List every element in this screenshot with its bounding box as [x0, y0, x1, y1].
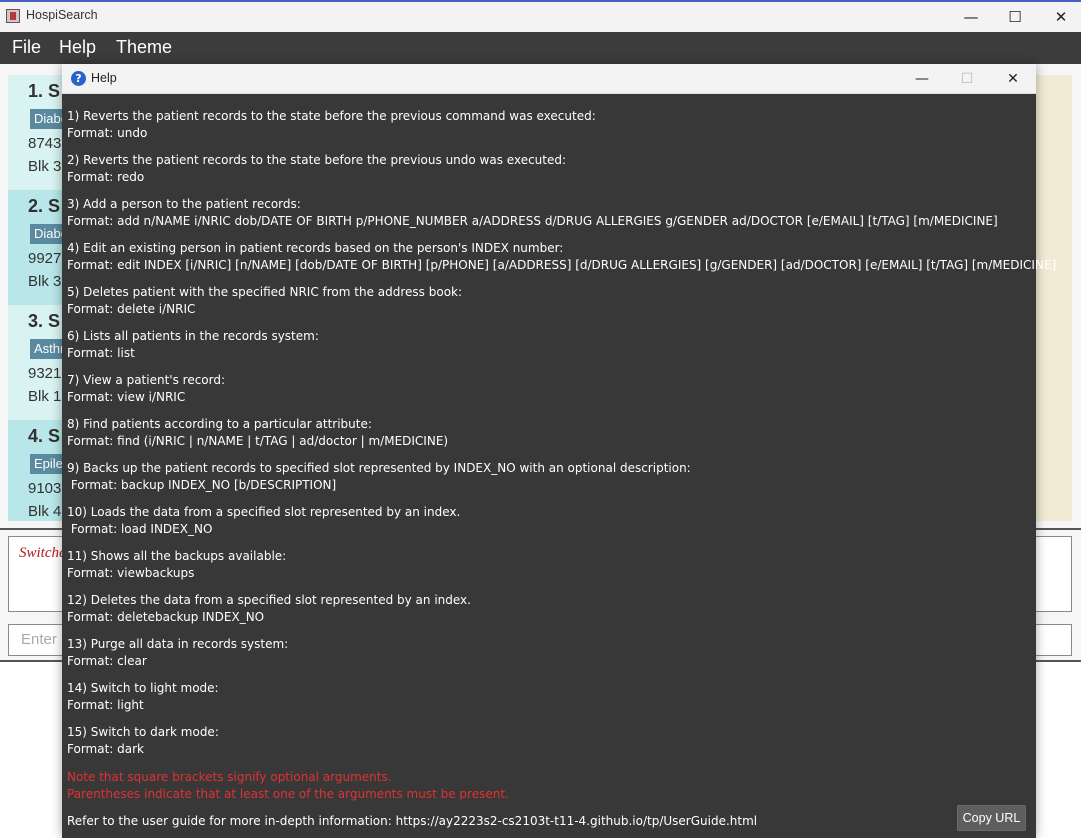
command-format: Format: edit INDEX [i/NRIC] [n/NAME] [do…: [67, 258, 1057, 272]
command-description: 10) Loads the data from a specified slot…: [67, 505, 461, 519]
command-help-view: 7) View a patient's record: Format: view…: [67, 372, 1027, 406]
command-format: Format: light: [67, 698, 144, 712]
menu-help[interactable]: Help: [59, 37, 96, 58]
help-content: 1) Reverts the patient records to the st…: [67, 108, 1057, 803]
command-help-backup: 9) Backs up the patient records to speci…: [67, 460, 1027, 494]
command-format: Format: delete i/NRIC: [67, 302, 196, 316]
command-placeholder: Enter: [21, 631, 57, 648]
command-help-load: 10) Loads the data from a specified slot…: [67, 504, 1027, 538]
window-title: HospiSearch: [26, 8, 98, 22]
command-format: Format: dark: [67, 742, 144, 756]
menu-theme[interactable]: Theme: [116, 37, 172, 58]
command-format: Format: viewbackups: [67, 566, 195, 580]
command-description: 5) Deletes patient with the specified NR…: [67, 285, 463, 299]
person-card[interactable]: 1. S Diabe 87438 Blk 30: [8, 75, 72, 190]
maximize-button: ☐: [960, 70, 974, 87]
maximize-button[interactable]: ☐: [992, 2, 1038, 32]
card-address: Blk 4: [28, 503, 62, 520]
command-format: Format: redo: [67, 170, 145, 184]
command-help-dark: 15) Switch to dark mode: Format: dark: [67, 724, 1027, 758]
command-description: 14) Switch to light mode:: [67, 681, 219, 695]
command-help-viewbackups: 11) Shows all the backups available: For…: [67, 548, 1027, 582]
command-description: 1) Reverts the patient records to the st…: [67, 109, 596, 123]
command-description: 6) Lists all patients in the records sys…: [67, 329, 319, 343]
command-help-list: 6) Lists all patients in the records sys…: [67, 328, 1027, 362]
command-help-redo: 2) Reverts the patient records to the st…: [67, 152, 1027, 186]
command-format: Format: backup INDEX_NO [b/DESCRIPTION]: [67, 478, 337, 492]
card-name: 1. S: [28, 81, 61, 101]
command-description: 8) Find patients according to a particul…: [67, 417, 372, 431]
command-help-add: 3) Add a person to the patient records: …: [67, 196, 1027, 230]
command-format: Format: list: [67, 346, 135, 360]
question-icon: ?: [71, 71, 86, 86]
command-description: 12) Deletes the data from a specified sl…: [67, 593, 471, 607]
command-format: Format: find (i/NRIC | n/NAME | t/TAG | …: [67, 434, 449, 448]
card-name: 3. S: [28, 311, 61, 331]
notes-section: Note that square brackets signify option…: [67, 769, 1027, 803]
command-description: 13) Purge all data in records system:: [67, 637, 289, 651]
command-help-light: 14) Switch to light mode: Format: light: [67, 680, 1027, 714]
command-description: 15) Switch to dark mode:: [67, 725, 219, 739]
command-description: 9) Backs up the patient records to speci…: [67, 461, 691, 475]
command-format: Format: add n/NAME i/NRIC dob/DATE OF BI…: [67, 214, 998, 228]
menu-bar: File Help Theme: [0, 32, 1081, 64]
note-optional-args: Note that square brackets signify option…: [67, 770, 392, 784]
command-help-clear: 13) Purge all data in records system: Fo…: [67, 636, 1027, 670]
main-title-bar: HospiSearch — ☐ ✕: [0, 0, 1081, 32]
help-window: ? Help — ☐ ✕ 1) Reverts the patient reco…: [62, 64, 1057, 838]
person-card[interactable]: 3. S Asthm 93210 Blk 1: [8, 305, 75, 420]
command-help-deletebackup: 12) Deletes the data from a specified sl…: [67, 592, 1027, 626]
result-text: Switche: [19, 545, 66, 561]
app-icon: [6, 9, 20, 23]
menu-file[interactable]: File: [12, 37, 41, 58]
command-description: 11) Shows all the backups available:: [67, 549, 287, 563]
command-format: Format: load INDEX_NO: [67, 522, 213, 536]
minimize-button[interactable]: —: [899, 64, 945, 93]
note-parentheses: Parentheses indicate that at least one o…: [67, 787, 509, 801]
command-description: 7) View a patient's record:: [67, 373, 226, 387]
card-address: Blk 1: [28, 388, 62, 405]
command-description: 4) Edit an existing person in patient re…: [67, 241, 564, 255]
minimize-button[interactable]: —: [948, 2, 994, 32]
command-format: Format: undo: [67, 126, 148, 140]
copy-url-button[interactable]: Copy URL: [957, 805, 1026, 831]
card-name: 2. S: [28, 196, 61, 216]
help-window-title: Help: [91, 71, 117, 85]
command-description: 3) Add a person to the patient records:: [67, 197, 301, 211]
command-format: Format: deletebackup INDEX_NO: [67, 610, 265, 624]
help-title-bar[interactable]: ? Help — ☐ ✕: [62, 64, 1036, 94]
card-name: 4. S: [28, 426, 61, 446]
command-description: 2) Reverts the patient records to the st…: [67, 153, 567, 167]
close-button[interactable]: ✕: [990, 64, 1036, 93]
command-help-undo: 1) Reverts the patient records to the st…: [67, 108, 1027, 142]
command-help-delete: 5) Deletes patient with the specified NR…: [67, 284, 1027, 318]
close-button[interactable]: ✕: [1038, 2, 1081, 32]
command-format: Format: view i/NRIC: [67, 390, 186, 404]
command-help-find: 8) Find patients according to a particul…: [67, 416, 1027, 450]
person-card[interactable]: 2. S Diabe 99272 Blk 30: [8, 190, 72, 305]
command-help-edit: 4) Edit an existing person in patient re…: [67, 240, 1057, 274]
person-card[interactable]: 4. S Epilep 91031 Blk 4: [8, 420, 75, 521]
user-guide-reference: Refer to the user guide for more in-dept…: [67, 814, 758, 828]
command-format: Format: clear: [67, 654, 147, 668]
